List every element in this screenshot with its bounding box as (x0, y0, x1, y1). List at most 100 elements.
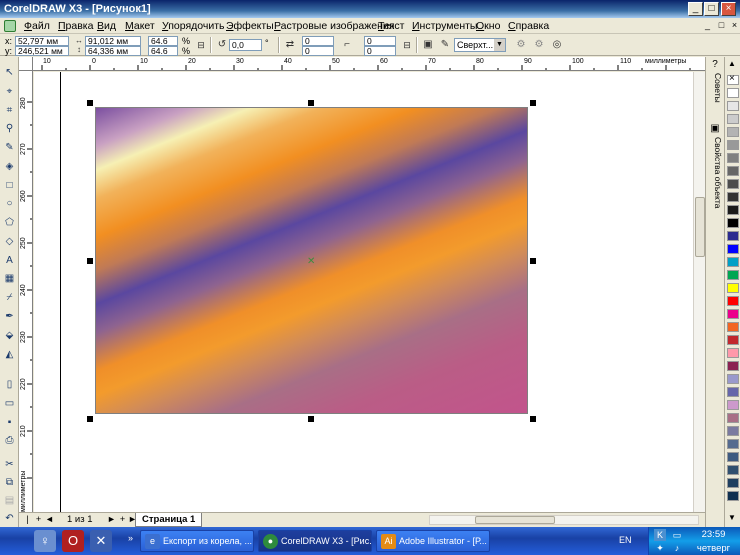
doc-minimize-button[interactable]: _ (702, 20, 713, 31)
shape-tool-icon[interactable]: ⌖ (2, 84, 17, 99)
palette-swatch[interactable] (727, 205, 739, 215)
no-fill-swatch[interactable]: × (727, 73, 739, 85)
interactive-fill-tool-icon[interactable]: ◭ (2, 347, 17, 362)
palette-swatch[interactable] (727, 426, 739, 436)
selection-handle-r[interactable] (530, 258, 536, 264)
palette-swatch[interactable] (727, 374, 739, 384)
palette-swatch[interactable] (727, 465, 739, 475)
save-icon[interactable]: ▪ (2, 415, 17, 430)
doc-close-button[interactable]: × (729, 20, 740, 31)
pick-tool-icon[interactable]: ↖ (2, 65, 17, 80)
corner-bl-field[interactable]: 0 (302, 46, 334, 56)
palette-swatch[interactable] (727, 179, 739, 189)
x-position-field[interactable]: 52,797 мм (15, 36, 69, 46)
height-field[interactable]: 64,336 мм (85, 46, 141, 56)
menu-file[interactable]: Файл (24, 20, 50, 32)
width-field[interactable]: 91,012 мм (85, 36, 141, 46)
palette-swatch[interactable] (727, 322, 739, 332)
taskbar-button-illustrator[interactable]: Ai Adobe Illustrator - [Р... (376, 530, 490, 552)
selection-handle-tl[interactable] (87, 100, 93, 106)
volume-icon[interactable]: ♪ (671, 542, 683, 554)
palette-swatch[interactable] (727, 400, 739, 410)
palette-swatch[interactable] (727, 452, 739, 462)
menu-edit[interactable]: Правка (58, 20, 93, 32)
tray-app2-icon[interactable]: ✦ (654, 542, 666, 554)
scale-x-field[interactable]: 64.6 (148, 36, 178, 46)
hints-icon[interactable]: ? (709, 59, 721, 71)
chevron-right-icon[interactable]: » (128, 533, 133, 543)
freehand-tool-icon[interactable]: ✎ (2, 140, 17, 155)
corner-br-field[interactable]: 0 (364, 46, 396, 56)
palette-swatch[interactable] (727, 244, 739, 254)
vertical-scrollbar[interactable] (693, 72, 705, 512)
selection-handle-l[interactable] (87, 258, 93, 264)
palette-swatch[interactable] (727, 231, 739, 241)
menu-effects[interactable]: Эффекты (226, 20, 274, 32)
minimize-button[interactable]: _ (688, 2, 703, 16)
object-properties-icon[interactable]: ▣ (709, 123, 721, 135)
horizontal-scroll-thumb[interactable] (475, 516, 555, 524)
quicklaunch-app-icon[interactable]: ✕ (90, 530, 112, 552)
quicklaunch-opera-icon[interactable]: O (62, 530, 84, 552)
open-icon[interactable]: ▭ (2, 396, 17, 411)
page-tab-1[interactable]: Страница 1 (135, 513, 203, 527)
convert-to-curves-icon[interactable]: ⚙ (514, 38, 528, 52)
paste-icon[interactable]: ▤ (2, 493, 17, 508)
eyedropper-tool-icon[interactable]: ⌿ (2, 290, 17, 305)
mirror-icon[interactable]: ⇄ (283, 38, 297, 52)
outline-tool-icon[interactable]: ✒ (2, 309, 17, 324)
taskbar-button-coreldraw[interactable]: ● CorelDRAW X3 - [Рис... (258, 530, 372, 552)
horizontal-scrollbar[interactable] (429, 515, 699, 525)
corner-tl-field[interactable]: 0 (302, 36, 334, 46)
smart-fill-tool-icon[interactable]: ◈ (2, 159, 17, 174)
tray-app-icon[interactable]: K (654, 529, 666, 541)
menu-arrange[interactable]: Упорядочить (162, 20, 225, 32)
blend-tool-icon[interactable]: ▦ (2, 271, 17, 286)
menu-help[interactable]: Справка (508, 20, 549, 32)
palette-swatch[interactable] (727, 153, 739, 163)
palette-swatch[interactable] (727, 387, 739, 397)
fill-tool-icon[interactable]: ⬙ (2, 328, 17, 343)
palette-swatch[interactable] (727, 283, 739, 293)
palette-swatch[interactable] (727, 309, 739, 319)
palette-swatch[interactable] (727, 478, 739, 488)
wrap-select[interactable]: Сверхт... ▼ (454, 38, 506, 52)
docker-tab-object-properties[interactable]: Свойства объекта (708, 137, 723, 208)
prev-page-button[interactable]: ◄ (44, 514, 55, 525)
palette-swatch[interactable] (727, 166, 739, 176)
scale-y-field[interactable]: 64.6 (148, 46, 178, 56)
add-page-after-button[interactable]: + (117, 514, 128, 525)
taskbar-button-explorer[interactable]: e Експорт из корела, ... (140, 530, 254, 552)
coreldraw-doc-icon[interactable] (4, 20, 16, 32)
selection-handle-br[interactable] (530, 416, 536, 422)
undo-icon[interactable]: ↶ (2, 511, 17, 526)
menu-view[interactable]: Вид (97, 20, 116, 32)
palette-swatch[interactable] (727, 491, 739, 501)
palette-swatch[interactable] (727, 140, 739, 150)
palette-swatch[interactable] (727, 361, 739, 371)
palette-swatch[interactable] (727, 127, 739, 137)
menu-bitmaps[interactable]: Растровые изображения (274, 20, 394, 32)
language-indicator[interactable]: EN (619, 535, 632, 545)
doc-restore-button[interactable]: □ (716, 20, 727, 31)
selection-handle-t[interactable] (308, 100, 314, 106)
selection-handle-tr[interactable] (530, 100, 536, 106)
palette-swatch[interactable] (727, 88, 739, 98)
network-icon[interactable]: ▭ (671, 529, 683, 541)
crop-tool-icon[interactable]: ⌗ (2, 103, 17, 118)
vertical-ruler[interactable]: 280 270 260 250 240 230 220 210 миллимет… (19, 71, 33, 514)
palette-swatch[interactable] (727, 348, 739, 358)
ellipse-tool-icon[interactable]: ○ (2, 196, 17, 211)
print-icon[interactable]: ⎙ (2, 433, 17, 448)
target-icon[interactable]: ◎ (550, 38, 564, 52)
ruler-origin[interactable] (19, 57, 33, 71)
palette-swatch[interactable] (727, 335, 739, 345)
copy-icon[interactable]: ⧉ (2, 475, 17, 490)
quicklaunch-bulb-icon[interactable]: ♀ (34, 530, 56, 552)
corner-tr-field[interactable]: 0 (364, 36, 396, 46)
palette-swatch[interactable] (727, 296, 739, 306)
clock[interactable]: 23:59 четверг (691, 529, 736, 554)
next-page-button[interactable]: ► (106, 514, 117, 525)
vertical-scroll-thumb[interactable] (695, 197, 705, 257)
round-corner-icon[interactable]: ⌐ (340, 38, 354, 52)
